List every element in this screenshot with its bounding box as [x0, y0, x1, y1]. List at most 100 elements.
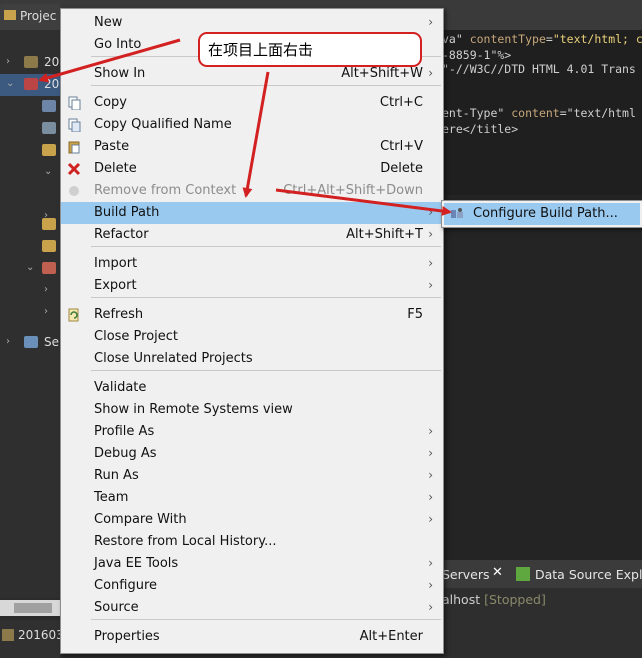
menu-item-new[interactable]: New › [61, 12, 443, 34]
tree-row[interactable] [0, 214, 60, 236]
tree-row[interactable]: ⌄ [0, 258, 60, 280]
project-explorer-title[interactable]: Projec [20, 9, 56, 23]
menu-item-restore-from-local-history[interactable]: Restore from Local History... [61, 531, 443, 553]
menu-item-source[interactable]: Source › [61, 597, 443, 619]
tree-row[interactable] [0, 236, 60, 258]
server-entry[interactable]: alhost [Stopped] [442, 592, 546, 607]
tree-row[interactable] [0, 96, 60, 118]
menu-item-team[interactable]: Team › [61, 487, 443, 509]
menu-item-label: Configure Build Path... [473, 206, 618, 221]
folder-icon [42, 240, 56, 252]
submenu-arrow-icon: › [428, 512, 433, 526]
servers-tab-bar: Servers ✕ Data Source Explo [442, 560, 642, 588]
menu-item-label: Java EE Tools [94, 556, 179, 571]
close-icon[interactable]: ✕ [492, 565, 503, 580]
menu-item-label: Restore from Local History... [94, 534, 277, 549]
collapse-icon[interactable]: ⌄ [44, 166, 52, 177]
menu-item-label: Team [94, 490, 129, 505]
expand-icon[interactable]: › [44, 284, 48, 295]
tree-row[interactable] [0, 140, 60, 162]
menu-separator [91, 85, 441, 86]
menu-item-paste[interactable]: Paste Ctrl+V [61, 136, 443, 158]
menu-item-label: Copy Qualified Name [94, 117, 232, 132]
code-token: -8859-1"%> [442, 48, 512, 62]
submenu-arrow-icon: › [428, 424, 433, 438]
expand-icon[interactable]: › [6, 56, 10, 67]
tree-row[interactable]: › [0, 280, 60, 302]
code-editor[interactable]: va" contentType="text/html; c -8859-1"%> "… [442, 30, 642, 195]
refresh-icon [68, 308, 79, 322]
menu-item-refresh[interactable]: Refresh F5 [61, 304, 443, 326]
project-icon [2, 629, 14, 641]
submenu-arrow-icon: › [428, 578, 433, 592]
menu-item-import[interactable]: Import › [61, 253, 443, 275]
menu-item-label: Delete [94, 161, 137, 176]
tree-row[interactable] [0, 118, 60, 140]
menu-item-show-in-remote-systems-view[interactable]: Show in Remote Systems view [61, 399, 443, 421]
horizontal-scrollbar[interactable] [0, 600, 60, 616]
menu-item-run-as[interactable]: Run As › [61, 465, 443, 487]
bottom-project-label[interactable]: 201603 [18, 628, 64, 642]
menu-item-copy-qualified-name[interactable]: Copy Qualified Name [61, 114, 443, 136]
code-token: ent-Type" [442, 106, 512, 120]
submenu-arrow-icon: › [428, 227, 433, 241]
code-token: "-//W3C//DTD HTML 4.01 Trans [442, 62, 636, 76]
menu-item-export[interactable]: Export › [61, 275, 443, 297]
menu-item-label: Run As [94, 468, 139, 483]
source-folder-icon [42, 218, 56, 230]
expand-icon[interactable]: › [6, 336, 10, 347]
tree-row-label: Se [44, 335, 59, 349]
scrollbar-thumb[interactable] [14, 603, 52, 613]
context-menu: New › Go Into Show In Alt+Shift+W › Copy Ctrl+C… [60, 8, 444, 654]
code-line: "-//W3C//DTD HTML 4.01 Trans [442, 62, 636, 76]
menu-item-remove-from-context[interactable]: Remove from Context Ctrl+Alt+Shift+Down [61, 180, 443, 202]
collapse-icon[interactable]: ⌄ [6, 78, 14, 89]
build-path-submenu: Configure Build Path... [441, 200, 642, 228]
menu-item-label: Configure [94, 578, 158, 593]
data-source-explorer-tab[interactable]: Data Source Explo [535, 567, 642, 582]
code-token: ="text/html [559, 106, 636, 120]
menu-item-shortcut: F5 [407, 307, 423, 322]
menu-item-label: Copy [94, 95, 127, 110]
menu-item-java-ee-tools[interactable]: Java EE Tools › [61, 553, 443, 575]
menu-item-shortcut: Ctrl+Alt+Shift+Down [283, 183, 423, 198]
menu-item-profile-as[interactable]: Profile As › [61, 421, 443, 443]
menu-item-label: Go Into [94, 37, 142, 52]
tree-row-selected[interactable]: ⌄ 20 [0, 74, 60, 96]
paste-icon [68, 141, 80, 154]
project-explorer-tree: › 20 ⌄ 20 ⌄ › ⌄ › › › Se [0, 30, 60, 598]
code-line: ent-Type" content="text/html [442, 106, 636, 120]
menu-item-validate[interactable]: Validate [61, 377, 443, 399]
annotation-callout: 在项目上面右击 [198, 32, 422, 67]
tree-row[interactable]: › 20 [0, 52, 60, 74]
collapse-icon[interactable]: ⌄ [26, 262, 34, 273]
menu-item-compare-with[interactable]: Compare With › [61, 509, 443, 531]
copy-icon [68, 96, 81, 110]
tree-row[interactable]: › Se [0, 332, 60, 354]
menu-item-copy[interactable]: Copy Ctrl+C [61, 92, 443, 114]
menu-item-build-path[interactable]: Build Path › [61, 202, 443, 224]
menu-item-configure[interactable]: Configure › [61, 575, 443, 597]
menu-item-delete[interactable]: Delete Delete [61, 158, 443, 180]
folder-error-icon [42, 262, 56, 274]
code-token: contentType [469, 32, 546, 46]
annotation-text: 在项目上面右击 [208, 41, 314, 59]
code-line: ere</title> [442, 122, 518, 136]
menu-item-debug-as[interactable]: Debug As › [61, 443, 443, 465]
servers-tab[interactable]: Servers [442, 567, 490, 582]
menu-item-refactor[interactable]: Refactor Alt+Shift+T › [61, 224, 443, 246]
menu-item-label: Refresh [94, 307, 144, 322]
submenu-arrow-icon: › [428, 490, 433, 504]
code-token: = [545, 32, 553, 46]
expand-icon[interactable]: › [44, 306, 48, 317]
code-token: ere</title> [442, 122, 519, 136]
tree-row[interactable]: › [0, 302, 60, 324]
menu-item-shortcut: Ctrl+V [380, 139, 423, 154]
menu-item-close-unrelated-projects[interactable]: Close Unrelated Projects [61, 348, 443, 370]
tree-row[interactable]: ⌄ [0, 162, 60, 184]
menu-item-properties[interactable]: Properties Alt+Enter [61, 626, 443, 648]
bottom-left-panel: 201603 [0, 620, 64, 658]
menu-item-close-project[interactable]: Close Project [61, 326, 443, 348]
configure-build-path-menu-item[interactable]: Configure Build Path... [444, 203, 640, 225]
menu-item-label: Show in Remote Systems view [94, 402, 293, 417]
